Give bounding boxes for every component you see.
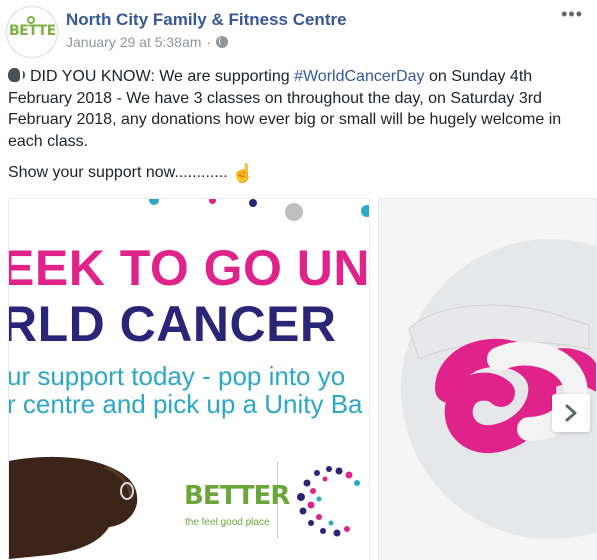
- chevron-right-icon: [565, 404, 577, 422]
- meta-separator: ·: [206, 34, 212, 50]
- page-avatar[interactable]: BETTER: [6, 6, 58, 58]
- avatar-logo-text: BETTER: [9, 23, 57, 39]
- better-logo-tagline: the feel good place: [185, 517, 270, 528]
- next-photo-button[interactable]: [552, 394, 590, 432]
- post-paragraph-2: Show your support now............ ☝: [8, 162, 588, 185]
- hand-image: [9, 456, 138, 559]
- speaking-head-icon: [8, 67, 26, 83]
- poster-tagline-1: ur support today - pop into yo: [8, 361, 346, 391]
- post-text-prefix: DID YOU KNOW: We are supporting: [30, 68, 295, 85]
- photo-2[interactable]: [378, 198, 597, 560]
- decor-dot: [209, 199, 216, 204]
- post-paragraph-1: DID YOU KNOW: We are supporting #WorldCa…: [8, 66, 588, 152]
- post-header: BETTER North City Family & Fitness Centr…: [0, 0, 597, 62]
- poster-headline-1: EEK TO GO UN: [8, 240, 370, 296]
- unity-band-image: [408, 304, 596, 453]
- unity-band-logo: [297, 466, 360, 537]
- post-media: EEK TO GO UN RLD CANCER ur support today…: [0, 196, 597, 560]
- poster-tagline-2: r centre and pick up a Unity Ba: [8, 389, 363, 419]
- post-meta: January 29 at 5:38am ·: [66, 34, 229, 50]
- globe-icon[interactable]: [216, 36, 229, 48]
- post-timestamp[interactable]: January 29 at 5:38am: [66, 34, 201, 50]
- photo-1[interactable]: EEK TO GO UN RLD CANCER ur support today…: [8, 198, 370, 560]
- poster-headline-2: RLD CANCER: [8, 296, 337, 352]
- more-options-button[interactable]: •••: [561, 4, 583, 25]
- pointing-hand-icon: ☝: [231, 163, 255, 183]
- decor-dot: [149, 199, 159, 205]
- hashtag-link[interactable]: #WorldCancerDay: [294, 68, 424, 85]
- decor-dot: [249, 199, 257, 207]
- page-name-link[interactable]: North City Family & Fitness Centre: [66, 10, 347, 30]
- post-text-cta: Show your support now............: [8, 164, 228, 181]
- better-logo: BETTER: [184, 481, 290, 511]
- decor-dot: [285, 203, 303, 221]
- decor-dot: [361, 205, 369, 217]
- post-text: DID YOU KNOW: We are supporting #WorldCa…: [8, 66, 588, 195]
